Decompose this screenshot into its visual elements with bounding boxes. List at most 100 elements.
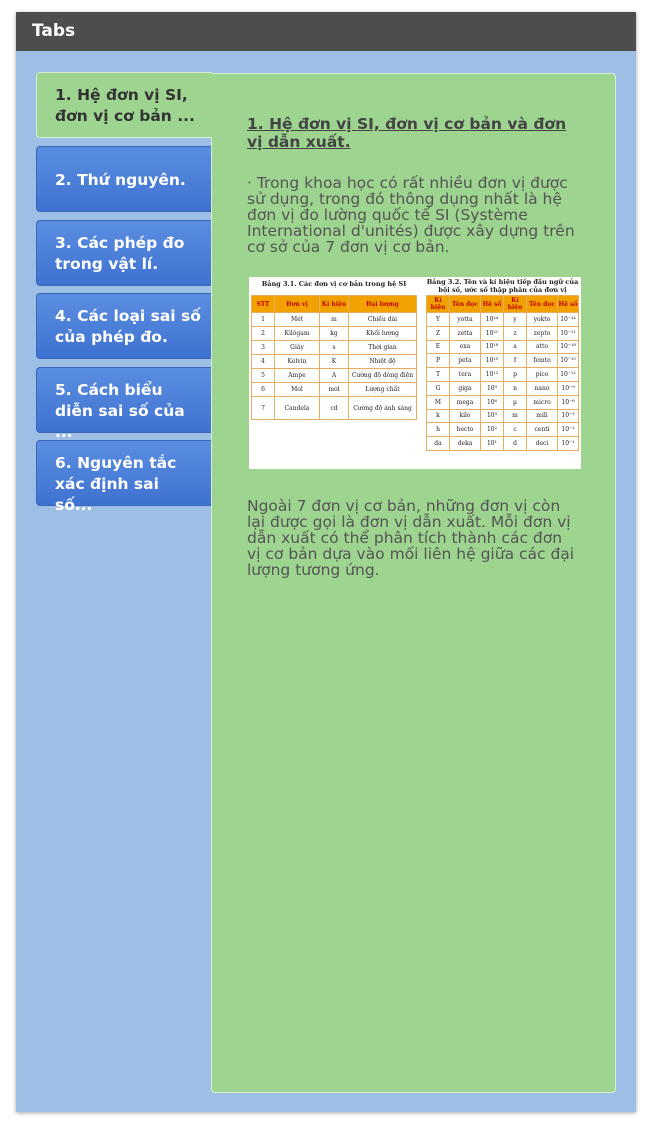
table-cell: 10⁻¹² <box>557 367 579 382</box>
table-row: 2 Kilôgam kg Khối lượng <box>251 326 417 341</box>
table-row: 6 Mol mol Lượng chất <box>251 382 417 397</box>
table-cell: c <box>503 422 527 438</box>
table-cell: 6 <box>251 382 275 397</box>
table-cell: femto <box>526 353 558 369</box>
table-cell: micro <box>526 394 558 410</box>
table-row: 1 Mét m Chiều dài <box>251 312 417 327</box>
tabs-window: Tabs 1. Hệ đơn vị SI, đơn vị cơ bản ... … <box>16 12 636 1112</box>
table-cell: Ampe <box>274 368 320 383</box>
table-row: Eexa 10¹⁸ a atto 10⁻¹⁸ <box>426 339 579 355</box>
table-header: Kí hiệu <box>503 295 527 313</box>
table-cell: 10⁻⁶ <box>557 394 579 410</box>
table-cell: Cường độ dòng điện <box>348 368 417 383</box>
table-cell: 10⁻²¹ <box>557 325 579 341</box>
table-cell: Giây <box>274 340 320 355</box>
table-row: 7 Candela cd Cường độ ánh sáng <box>251 396 417 420</box>
tab-he-don-vi-si[interactable]: 1. Hệ đơn vị SI, đơn vị cơ bản ... <box>36 72 212 138</box>
table-row: 3 Giây s Thời gian <box>251 340 417 355</box>
table-cell: 2 <box>251 326 275 341</box>
table-cell: mega <box>449 394 481 410</box>
tab-label-line2: của phép đo. <box>55 328 168 346</box>
table-cell: zepto <box>526 325 558 341</box>
table-cell: d <box>503 436 527 451</box>
tab-label-line2: trong vật lí. <box>55 255 159 273</box>
tab-label-line1: 2. Thứ nguyên. <box>55 171 186 189</box>
table-header: Kí hiệu <box>319 295 349 313</box>
table-cell: Kilôgam <box>274 326 320 341</box>
table-cell: deci <box>526 436 558 451</box>
content-heading: 1. Hệ đơn vị SI, đơn vị cơ bản và đơn vị… <box>247 115 567 151</box>
table-row: Ttera 10¹² p pico 10⁻¹² <box>426 367 579 382</box>
table-cell: Thời gian <box>348 340 417 355</box>
table-cell: 4 <box>251 354 275 369</box>
table-cell: M <box>426 394 450 410</box>
table-header: Đơn vị <box>274 295 320 313</box>
tab-cac-phep-do[interactable]: 3. Các phép đo trong vật lí. <box>36 220 211 286</box>
table-header: Tên đọc <box>449 295 481 313</box>
tab-thu-nguyen[interactable]: 2. Thứ nguyên. <box>36 146 211 212</box>
table-cell: 10³ <box>480 408 504 424</box>
tab-content-panel: 1. Hệ đơn vị SI, đơn vị cơ bản và đơn vị… <box>211 73 616 1093</box>
table-cell: 5 <box>251 368 275 383</box>
tab-label-line1: 4. Các loại sai số <box>55 307 201 325</box>
table-cell: mili <box>526 408 558 424</box>
title-bar: Tabs <box>16 12 636 51</box>
table-cell: a <box>503 339 527 355</box>
table-cell: peta <box>449 353 481 369</box>
table-cell: 10¹² <box>480 367 504 382</box>
table-row: k kilo 10³ m mili 10⁻³ <box>426 408 579 424</box>
table-cell: P <box>426 353 450 369</box>
tab-cac-loai-sai-so[interactable]: 4. Các loại sai số của phép đo. <box>36 293 211 359</box>
table-header: Đại lượng <box>348 295 417 313</box>
table-cell: f <box>503 353 527 369</box>
table-cell: 10¹⁵ <box>480 353 504 369</box>
table-cell: h <box>426 422 450 438</box>
table-cell: Lượng chất <box>348 382 417 397</box>
table-cell: Nhiệt độ <box>348 354 417 369</box>
table-cell: deka <box>449 436 481 451</box>
table-cell: m <box>319 312 349 327</box>
si-prefixes-table: Bảng 3.2. Tên và kí hiệu tiếp đầu ngữ củ… <box>426 277 579 451</box>
table-cell: Mol <box>274 382 320 397</box>
table-cell: 10²¹ <box>480 325 504 341</box>
table-header: Hệ số <box>480 295 504 313</box>
table-cell: 10⁻³ <box>557 408 579 424</box>
table-cell: 7 <box>251 396 275 420</box>
table-cell: y <box>503 312 527 327</box>
tab-label-line1: 3. Các phép đo <box>55 234 185 252</box>
table-cell: K <box>319 354 349 369</box>
table-cell: 10⁶ <box>480 394 504 410</box>
table-header: STT <box>251 295 275 313</box>
tab-label-line1: 6. Nguyên tắc <box>55 454 177 472</box>
tab-label-line2: diễn sai số của ... <box>55 402 185 441</box>
tab-label-line1: 1. Hệ đơn vị SI, <box>55 86 188 104</box>
table-cell: kilo <box>449 408 481 424</box>
tab-cach-bieu-dien-sai-so[interactable]: 5. Cách biểu diễn sai số của ... <box>36 367 211 441</box>
table-row: 5 Ampe A Cường độ dòng điện <box>251 368 417 383</box>
table-row: Yyotta 10²⁴ y yokto 10⁻²⁴ <box>426 312 579 327</box>
table-row: Ggiga 10⁹ n nano 10⁻⁹ <box>426 380 579 396</box>
table-cell: Candela <box>274 396 320 420</box>
tab-nguyen-tac-xac-dinh[interactable]: 6. Nguyên tắc xác định sai số... <box>36 440 211 514</box>
table-cell: yokto <box>526 312 558 327</box>
tab-label-line2: xác định sai số... <box>55 475 159 514</box>
table-row: Mmega 10⁶ µ micro 10⁻⁶ <box>426 394 579 410</box>
table-cell: kg <box>319 326 349 341</box>
table-cell: centi <box>526 422 558 438</box>
table-cell: cd <box>319 396 349 420</box>
table-cell: 10² <box>480 422 504 438</box>
table-header-row: STT Đơn vị Kí hiệu Đại lượng <box>251 295 417 313</box>
table-cell: 10⁻²⁴ <box>557 312 579 327</box>
table-cell: 10⁻² <box>557 422 579 438</box>
table-cell: Chiều dài <box>348 312 417 327</box>
table-cell: pico <box>526 367 558 382</box>
table-cell: yotta <box>449 312 481 327</box>
table-cell: m <box>503 408 527 424</box>
table-cell: n <box>503 380 527 396</box>
table-row: Ppeta 10¹⁵ f femto 10⁻¹⁵ <box>426 353 579 369</box>
table-cell: T <box>426 367 450 382</box>
si-base-units-table: Bảng 3.1. Các đơn vị cơ bản trong hệ SI … <box>251 277 417 420</box>
table-cell: A <box>319 368 349 383</box>
table-cell: Y <box>426 312 450 327</box>
table-cell: 10²⁴ <box>480 312 504 327</box>
